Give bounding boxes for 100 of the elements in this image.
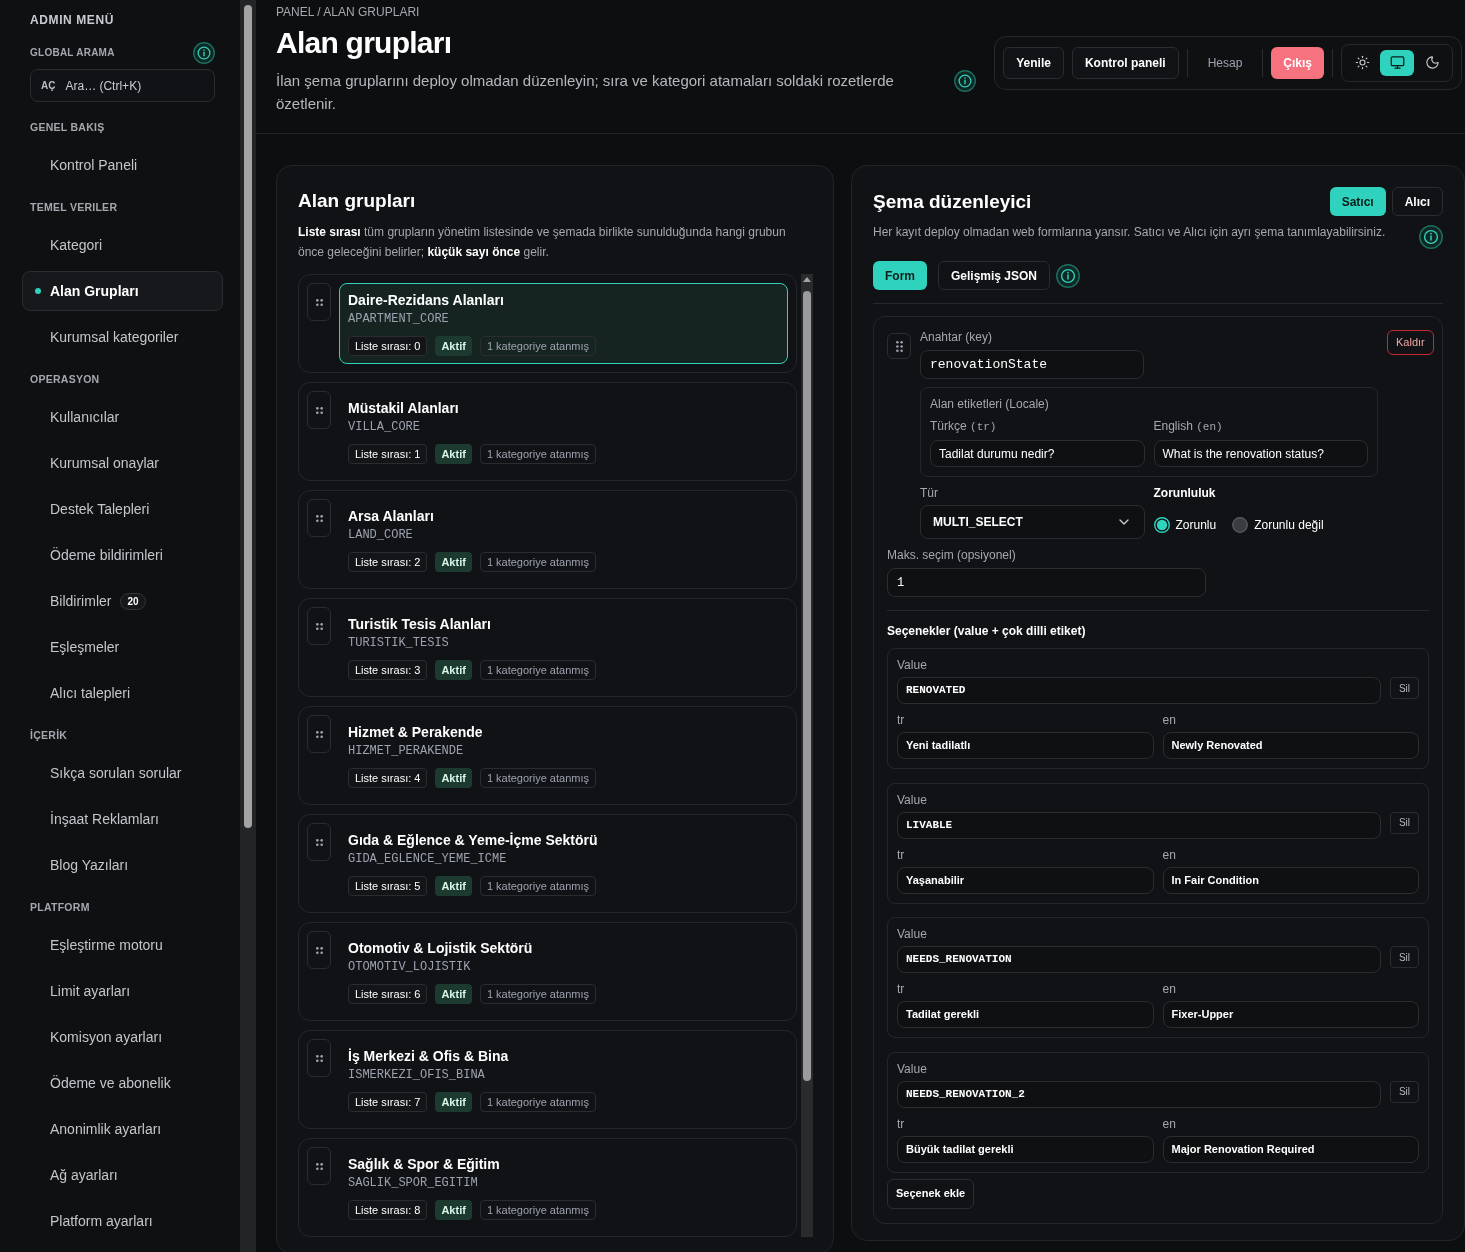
- drag-handle[interactable]: [887, 333, 911, 359]
- scrollbar-thumb[interactable]: [803, 291, 811, 1081]
- sidebar-item[interactable]: İnşaat Reklamları: [22, 799, 223, 839]
- text-field[interactable]: Major Renovation Required: [1162, 1135, 1419, 1163]
- sidebar-item[interactable]: Ödeme ve abonelik: [22, 1063, 223, 1103]
- category-badge: 1 kategoriye atanmış: [479, 876, 596, 896]
- sidebar-item[interactable]: Komisyon ayarları: [22, 1017, 223, 1057]
- delete-button[interactable]: Sil: [1389, 1080, 1419, 1103]
- order-badge: Liste sırası: 2: [348, 552, 428, 572]
- sidebar-item[interactable]: Eşleşmeler: [22, 627, 223, 667]
- up-arrow-icon[interactable]: [803, 277, 811, 282]
- panel-title: Şema düzenleyici: [873, 189, 1032, 214]
- info-icon[interactable]: [1056, 263, 1081, 288]
- info-icon[interactable]: [954, 70, 976, 92]
- group-card[interactable]: Daire-Rezidans Alanları APARTMENT_CORE Liste sırası: 0 Aktif 1 kategoriye atanmış: [298, 274, 797, 373]
- text-field[interactable]: Fixer-Upper: [1162, 1001, 1419, 1028]
- sidebar-item[interactable]: Kullanıcılar: [22, 397, 223, 437]
- group-card[interactable]: Turistik Tesis Alanları TURISTIK_TESIS Liste sırası: 3 Aktif 1 kategoriye atanmış: [298, 598, 797, 697]
- field-label: Value: [897, 1060, 928, 1077]
- delete-button[interactable]: Sil: [1389, 677, 1419, 699]
- sidebar-item[interactable]: Eşleştirme motoru: [22, 925, 223, 965]
- radio-button[interactable]: [1153, 517, 1170, 533]
- delete-button[interactable]: Sil: [1389, 811, 1419, 834]
- theme-button[interactable]: [1380, 49, 1414, 76]
- sidebar-item[interactable]: Alan Grupları: [22, 271, 223, 311]
- grip-icon: [315, 514, 323, 522]
- sidebar-item[interactable]: Kurumsal onaylar: [22, 443, 223, 483]
- drag-handle[interactable]: [307, 823, 331, 861]
- status-badge: Aktif: [435, 552, 472, 572]
- drag-handle[interactable]: [307, 1147, 331, 1185]
- type-select[interactable]: MULTI_SELECT: [920, 505, 1145, 539]
- sidebar-item[interactable]: Destek Talepleri: [22, 489, 223, 529]
- order-badge: Liste sırası: 5: [348, 876, 428, 896]
- group-code: ISMERKEZI_OFIS_BINA: [348, 1067, 486, 1083]
- field-label: Maks. seçim (opsiyonel): [887, 547, 1017, 563]
- text-field[interactable]: Tadilat durumu nedir?: [930, 440, 1145, 467]
- text-field[interactable]: Tadilat gerekli: [897, 1001, 1154, 1028]
- value-field[interactable]: RENOVATED: [897, 677, 1381, 704]
- order-badge: Liste sırası: 1: [348, 444, 428, 464]
- header-button[interactable]: Yenile: [1003, 46, 1064, 79]
- sidebar-item[interactable]: Platform ayarları: [22, 1201, 223, 1241]
- audience-tab[interactable]: Satıcı: [1329, 187, 1386, 216]
- sidebar-item[interactable]: Kontrol Paneli: [22, 145, 223, 185]
- sidebar-item[interactable]: Blog Yazıları: [22, 845, 223, 885]
- group-card[interactable]: Arsa Alanları LAND_CORE Liste sırası: 2 Aktif 1 kategoriye atanmış: [298, 490, 797, 589]
- text-field[interactable]: Yeni tadilatlı: [897, 732, 1154, 759]
- group-card[interactable]: Sağlık & Spor & Eğitim SAGLIK_SPOR_EGITIM Liste sırası: 8 Aktif 1 kategoriye atanmış: [298, 1138, 797, 1237]
- group-card[interactable]: Gıda & Eğlence & Yeme-İçme Sektörü GIDA_EGLENCE_YEME_ICME Liste sırası: 5 Aktif 1 kategoriye atanmış: [298, 814, 797, 913]
- sidebar-item[interactable]: Bildirimler 20: [22, 581, 223, 621]
- search-button[interactable]: AÇ Ara… (Ctrl+K): [30, 69, 215, 102]
- group-card[interactable]: Otomotiv & Lojistik Sektörü OTOMOTIV_LOJISTIK Liste sırası: 6 Aktif 1 kategoriye atanmış: [298, 922, 797, 1021]
- remove-button[interactable]: Kaldır: [1387, 330, 1434, 355]
- sidebar-item[interactable]: Limit ayarları: [22, 971, 223, 1011]
- group-card[interactable]: İş Merkezi & Ofis & Bina ISMERKEZI_OFIS_BINA Liste sırası: 7 Aktif 1 kategoriye atanmış: [298, 1030, 797, 1129]
- text-field[interactable]: Newly Renovated: [1162, 732, 1419, 759]
- order-badge: Liste sırası: 0: [348, 336, 428, 356]
- text-field[interactable]: In Fair Condition: [1162, 866, 1419, 894]
- mode-tab[interactable]: Gelişmiş JSON: [938, 261, 1051, 290]
- group-name: Sağlık & Spor & Eğitim: [348, 1155, 501, 1174]
- mode-tab[interactable]: Form: [873, 261, 927, 290]
- group-card[interactable]: Müstakil Alanları VILLA_CORE Liste sırası: 1 Aktif 1 kategoriye atanmış: [298, 382, 797, 481]
- sidebar-item[interactable]: Kategori: [22, 225, 223, 265]
- info-icon[interactable]: [193, 42, 215, 64]
- add-option-button[interactable]: Seçenek ekle: [887, 1178, 975, 1209]
- key-field[interactable]: renovationState: [920, 350, 1144, 379]
- breadcrumb: PANEL / ALAN GRUPLARI: [276, 4, 421, 20]
- drag-handle[interactable]: [307, 391, 331, 429]
- number-field[interactable]: 1: [887, 568, 1206, 597]
- drag-handle[interactable]: [307, 607, 331, 645]
- sidebar-item[interactable]: Alıcı talepleri: [22, 673, 223, 713]
- sidebar-item[interactable]: Ödeme bildirimleri: [22, 535, 223, 575]
- value-field[interactable]: NEEDS_RENOVATION_2: [897, 1080, 1381, 1108]
- group-name: Hizmet & Perakende: [348, 723, 484, 742]
- monitor-icon: [1389, 55, 1405, 70]
- drag-handle[interactable]: [307, 715, 331, 753]
- sidebar-item[interactable]: Sıkça sorulan sorular: [22, 753, 223, 793]
- header-button[interactable]: Kontrol paneli: [1071, 46, 1179, 79]
- drag-handle[interactable]: [307, 283, 331, 321]
- info-icon[interactable]: [1419, 225, 1443, 249]
- section-heading: İÇERİK: [29, 728, 69, 743]
- value-field[interactable]: LIVABLE: [897, 811, 1381, 839]
- group-code: VILLA_CORE: [348, 419, 421, 435]
- radio-button[interactable]: [1232, 517, 1249, 533]
- audience-tab[interactable]: Alıcı: [1391, 187, 1443, 216]
- text-field[interactable]: Yaşanabilir: [897, 866, 1154, 894]
- header-button[interactable]: Hesap: [1195, 46, 1255, 79]
- text-field[interactable]: What is the renovation status?: [1153, 440, 1368, 467]
- group-card[interactable]: Hizmet & Perakende HIZMET_PERAKENDE Liste sırası: 4 Aktif 1 kategoriye atanmış: [298, 706, 797, 805]
- sidebar-item[interactable]: Anonimlik ayarları: [22, 1109, 223, 1149]
- field-label: English (en): [1153, 418, 1224, 435]
- text-field[interactable]: Büyük tadilat gerekli: [897, 1135, 1154, 1163]
- drag-handle[interactable]: [307, 931, 331, 969]
- drag-handle[interactable]: [307, 1039, 331, 1077]
- sidebar-item[interactable]: Ağ ayarları: [22, 1155, 223, 1195]
- sidebar-item[interactable]: Kurumsal kategoriler: [22, 317, 223, 357]
- group-name: Turistik Tesis Alanları: [348, 615, 492, 634]
- delete-button[interactable]: Sil: [1389, 946, 1419, 968]
- value-field[interactable]: NEEDS_RENOVATION: [897, 946, 1381, 973]
- scrollbar-thumb[interactable]: [244, 5, 252, 828]
- drag-handle[interactable]: [307, 499, 331, 537]
